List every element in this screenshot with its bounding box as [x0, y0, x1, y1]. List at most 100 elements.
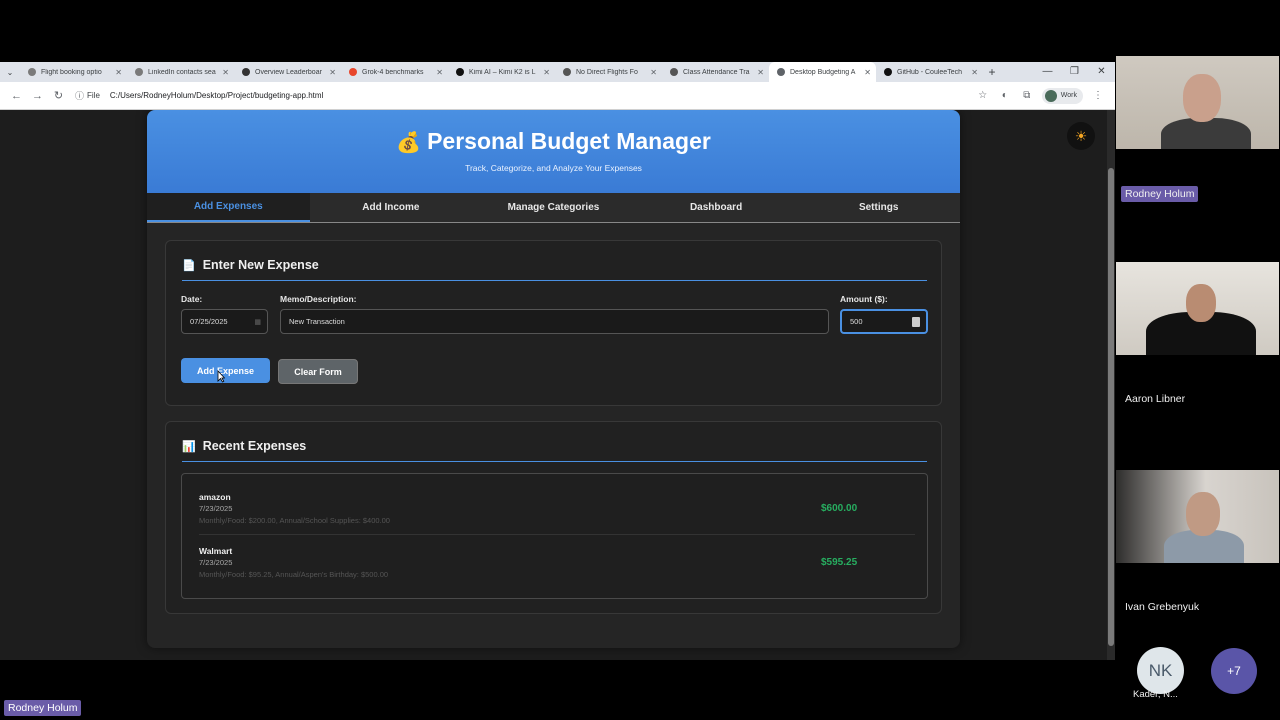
close-icon[interactable]: ✕: [864, 68, 871, 77]
browser-tab-active[interactable]: Desktop Budgeting A ✕: [769, 62, 876, 82]
tab-favicon: [28, 68, 36, 76]
extension-icon[interactable]: ◐: [994, 90, 1016, 101]
tab-label: No Direct Flights Fo: [576, 68, 638, 76]
section-title-text: Enter New Expense: [202, 258, 319, 272]
tab-favicon: [135, 68, 143, 76]
participant-name: Kader, N...: [1133, 689, 1178, 700]
close-icon[interactable]: ✕: [115, 68, 122, 77]
extensions-puzzle-icon[interactable]: ⧉: [1016, 90, 1038, 101]
minimize-button[interactable]: —: [1034, 62, 1061, 82]
bookmark-star-icon[interactable]: ☆: [972, 90, 994, 101]
expense-date: 7/23/2025: [199, 504, 233, 513]
recent-expenses-card: 📊 Recent Expenses amazon 7/23/2025 Monthl…: [165, 421, 942, 614]
browser-tab[interactable]: Kimi AI – Kimi K2 is L ✕: [448, 62, 555, 82]
info-icon[interactable]: ⓘ: [75, 89, 84, 102]
close-icon[interactable]: ✕: [650, 68, 657, 77]
close-icon[interactable]: ✕: [436, 68, 443, 77]
expense-amount: $595.25: [821, 557, 858, 568]
tab-favicon: [242, 68, 250, 76]
person-body: [1161, 118, 1251, 149]
scrollbar-thumb[interactable]: [1108, 168, 1114, 646]
browser-tab[interactable]: Class Attendance Tra ✕: [662, 62, 769, 82]
profile-label: Work: [1060, 92, 1077, 99]
screen: ⌄ Flight booking optio ✕ LinkedIn contact…: [0, 0, 1280, 720]
expense-list: amazon 7/23/2025 Monthly/Food: $200.00, …: [181, 473, 928, 599]
close-icon[interactable]: ✕: [971, 68, 978, 77]
close-window-button[interactable]: ✕: [1088, 62, 1115, 82]
expense-date: 7/23/2025: [199, 558, 233, 567]
money-bag-icon: 💰: [396, 132, 422, 154]
tab-label: Kimi AI – Kimi K2 is L: [469, 68, 536, 76]
tab-label: Overview Leaderboar: [255, 68, 322, 76]
participant-name: Ivan Grebenyuk: [1125, 601, 1200, 613]
person-head: [1186, 284, 1216, 322]
profile-chip[interactable]: Work: [1041, 87, 1083, 104]
window-controls: — ❐ ✕: [1034, 62, 1115, 82]
participant-video[interactable]: [1116, 56, 1279, 149]
expense-detail: Monthly/Food: $95.25, Annual/Aspen's Bir…: [199, 570, 389, 579]
browser-tab[interactable]: Overview Leaderboar ✕: [234, 62, 341, 82]
close-icon[interactable]: ✕: [543, 68, 550, 77]
file-scheme-label: File: [87, 91, 100, 100]
memo-field[interactable]: New Transaction: [280, 309, 829, 334]
url-text: C:/Users/RodneyHolum/Desktop/Project/bud…: [109, 91, 324, 100]
person-head: [1183, 74, 1221, 122]
add-expense-button[interactable]: Add Expense: [181, 358, 270, 383]
list-item[interactable]: Walmart 7/23/2025 Monthly/Food: $95.25, …: [199, 534, 915, 587]
profile-avatar: [1044, 89, 1057, 102]
new-tab-button[interactable]: +: [983, 65, 1001, 79]
participant-video[interactable]: [1116, 262, 1279, 355]
tab-settings[interactable]: Settings: [797, 193, 960, 222]
close-icon[interactable]: ✕: [757, 68, 764, 77]
browser-tab[interactable]: GitHub - CouleeTech ✕: [876, 62, 983, 82]
calendar-icon[interactable]: ▦: [254, 318, 261, 326]
tab-search-button[interactable]: ⌄: [0, 68, 20, 77]
url-field[interactable]: ⓘ File C:/Users/RodneyHolum/Desktop/Proj…: [75, 86, 966, 106]
participant-avatar[interactable]: NK: [1137, 647, 1184, 694]
browser-tab[interactable]: Flight booking optio ✕: [20, 62, 127, 82]
browser-tab[interactable]: Grok-4 benchmarks ✕: [341, 62, 448, 82]
more-participants-button[interactable]: +7: [1211, 648, 1257, 694]
tab-label: Flight booking optio: [41, 68, 102, 76]
date-value: 07/25/2025: [190, 317, 228, 326]
tab-manage-categories[interactable]: Manage Categories: [472, 193, 635, 222]
document-icon: 📄: [182, 259, 196, 272]
tab-label: Grok-4 benchmarks: [362, 68, 424, 76]
tab-strip: ⌄ Flight booking optio ✕ LinkedIn contact…: [0, 62, 1115, 82]
page-scrollbar[interactable]: [1107, 110, 1115, 660]
expense-amount: $600.00: [821, 503, 858, 514]
expense-name: amazon: [199, 492, 231, 502]
tab-favicon: [777, 68, 785, 76]
date-field[interactable]: 07/25/2025 ▦: [181, 309, 268, 334]
restore-button[interactable]: ❐: [1061, 62, 1088, 82]
tab-favicon: [349, 68, 357, 76]
browser-menu-icon[interactable]: ⋮: [1087, 90, 1109, 101]
theme-toggle-sun-icon[interactable]: ☀: [1067, 122, 1095, 150]
app-nav-tabs: Add Expenses Add Income Manage Categorie…: [147, 193, 960, 223]
tab-label: LinkedIn contacts sea: [148, 68, 216, 76]
tab-favicon: [456, 68, 464, 76]
browser-tab[interactable]: No Direct Flights Fo ✕: [555, 62, 662, 82]
forward-icon[interactable]: →: [27, 90, 48, 102]
participant-video[interactable]: [1116, 470, 1279, 563]
spinner-icon[interactable]: [912, 317, 920, 327]
clear-form-button[interactable]: Clear Form: [278, 359, 358, 384]
tab-add-expenses[interactable]: Add Expenses: [147, 193, 310, 222]
tab-favicon: [884, 68, 892, 76]
section-divider: [182, 280, 927, 281]
section-title: 📄 Enter New Expense: [182, 258, 319, 272]
tab-add-income[interactable]: Add Income: [310, 193, 473, 222]
reload-icon[interactable]: ↻: [48, 89, 69, 102]
tab-dashboard[interactable]: Dashboard: [635, 193, 798, 222]
close-icon[interactable]: ✕: [222, 68, 229, 77]
person-head: [1186, 492, 1220, 536]
amount-field[interactable]: 500: [840, 309, 928, 334]
close-icon[interactable]: ✕: [329, 68, 336, 77]
browser-tab[interactable]: LinkedIn contacts sea ✕: [127, 62, 234, 82]
section-title: 📊 Recent Expenses: [182, 439, 306, 453]
expense-entry-card: 📄 Enter New Expense Date: 07/25/2025 ▦ Mem…: [165, 240, 942, 406]
tab-label: Class Attendance Tra: [683, 68, 750, 76]
back-icon[interactable]: ←: [6, 90, 27, 102]
participant-name: Rodney Holum: [1121, 186, 1199, 202]
participant-name: Aaron Libner: [1125, 393, 1186, 405]
